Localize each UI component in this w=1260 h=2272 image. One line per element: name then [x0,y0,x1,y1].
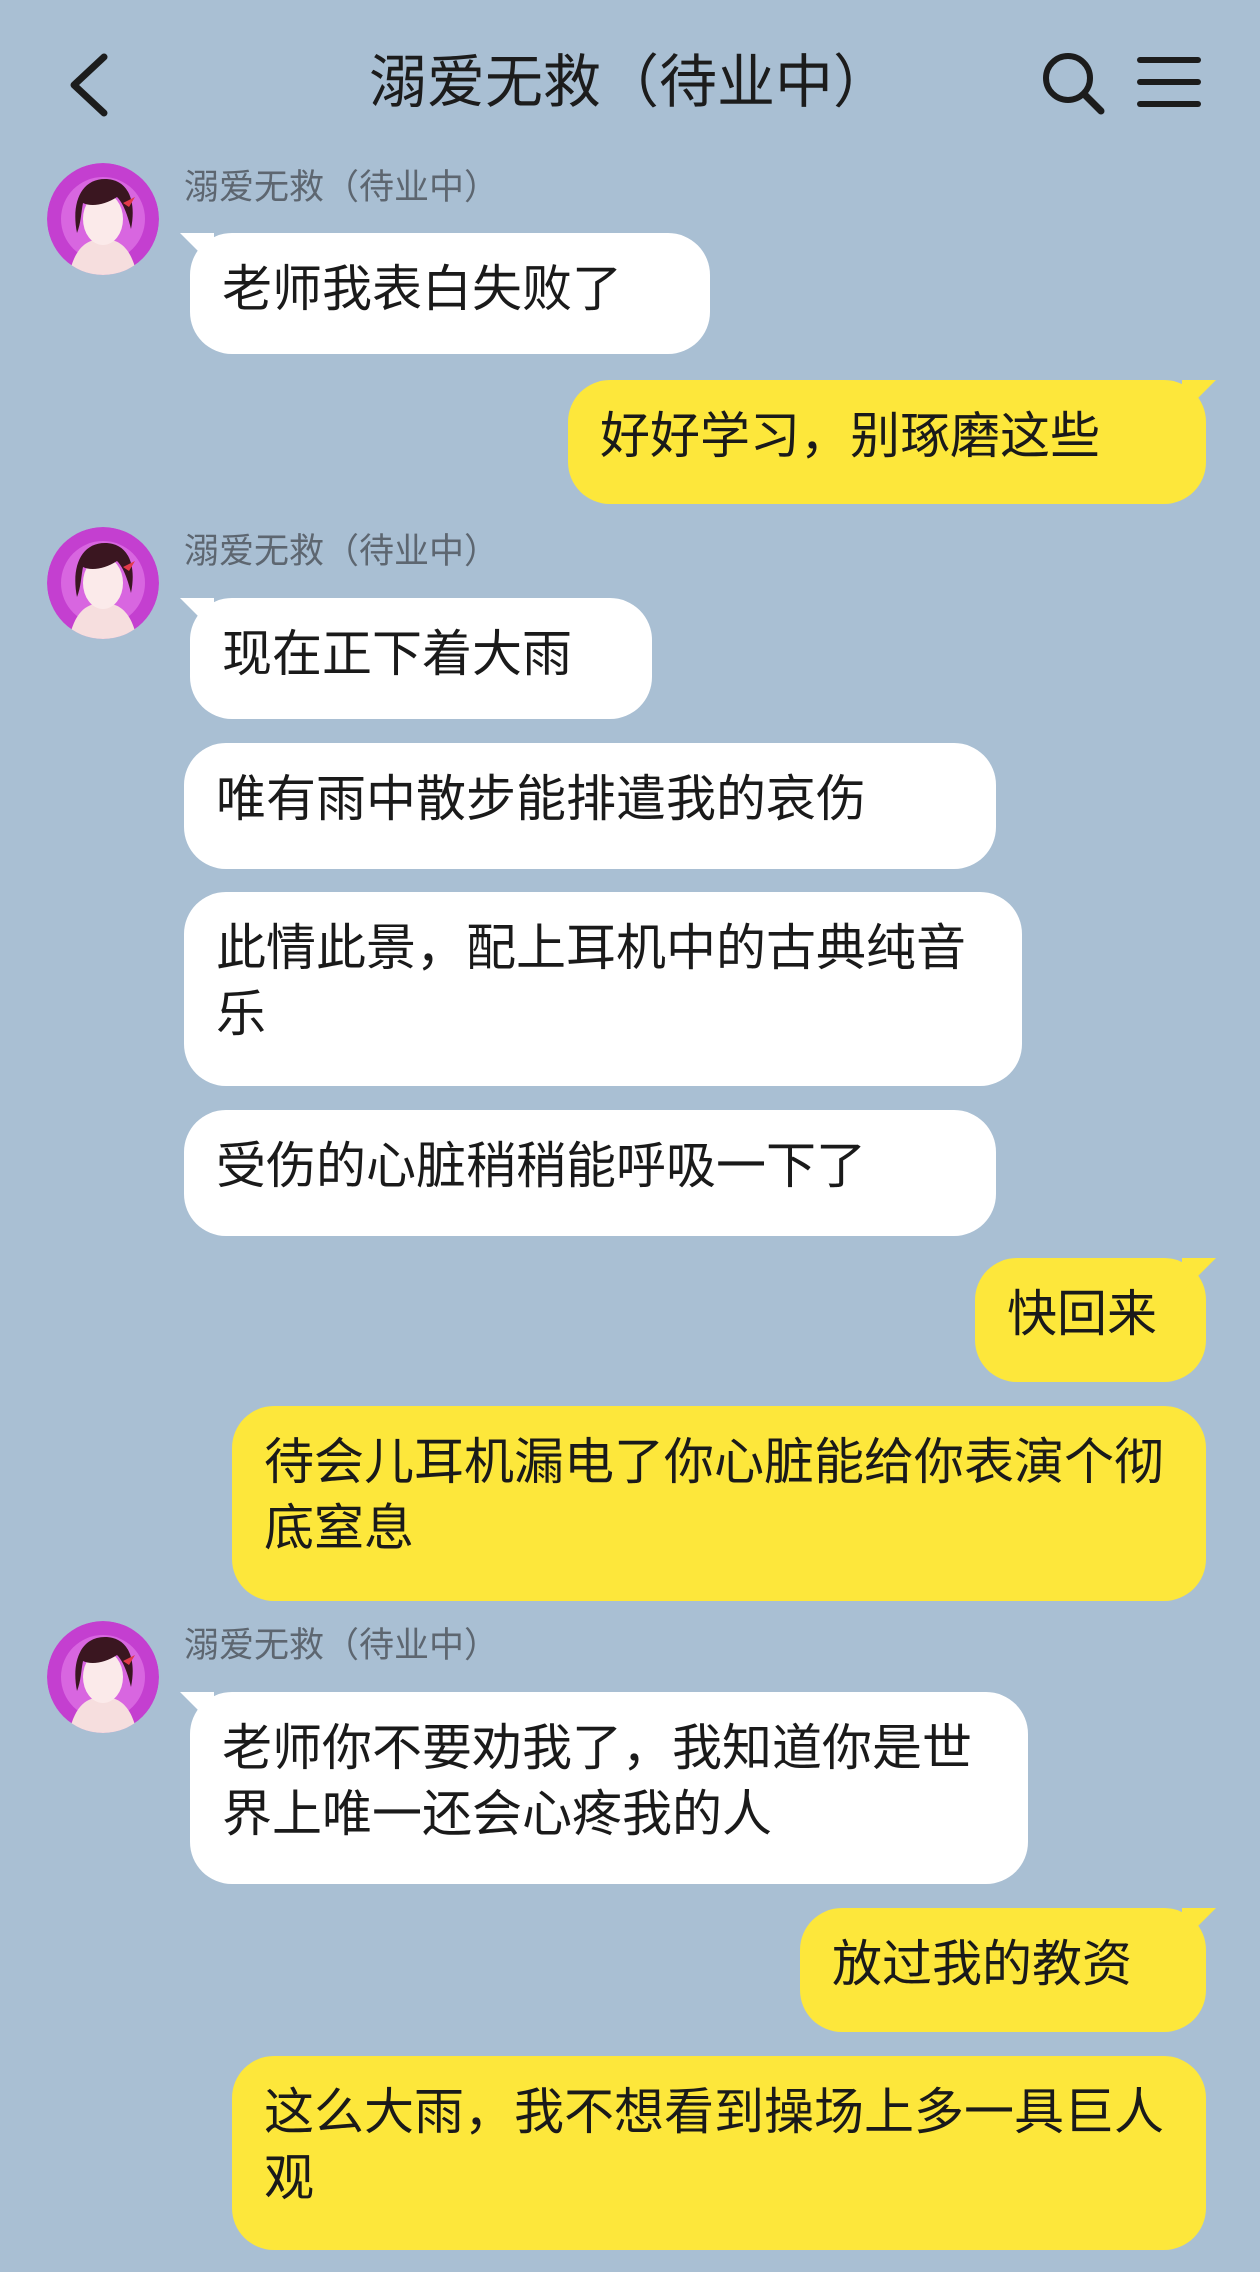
message-bubble-incoming[interactable]: 老师我表白失败了 [190,233,710,354]
chat-screen: 溺爱无救（待业中） 溺爱无救（待业中） 老师我表白失败了 好好学习，别琢磨这些 … [0,0,1260,2272]
message-bubble-incoming[interactable]: 此情此景，配上耳机中的古典纯音乐 [184,892,1022,1086]
avatar-portrait-icon [47,163,159,275]
message-list: 溺爱无救（待业中） 老师我表白失败了 好好学习，别琢磨这些 溺爱无救（待业中） … [0,0,1260,2272]
message-bubble-incoming[interactable]: 受伤的心脏稍稍能呼吸一下了 [184,1110,996,1236]
message-bubble-incoming[interactable]: 现在正下着大雨 [190,598,652,719]
message-bubble-outgoing[interactable]: 这么大雨，我不想看到操场上多一具巨人观 [232,2056,1206,2250]
message-bubble-incoming[interactable]: 唯有雨中散步能排遣我的哀伤 [184,743,996,869]
message-bubble-incoming[interactable]: 老师你不要劝我了，我知道你是世界上唯一还会心疼我的人 [190,1692,1028,1884]
message-bubble-outgoing[interactable]: 好好学习，别琢磨这些 [568,380,1206,504]
contact-avatar[interactable] [47,163,159,275]
sender-name: 溺爱无救（待业中） [184,168,500,208]
message-bubble-outgoing[interactable]: 放过我的教资 [800,1908,1206,2032]
avatar-portrait-icon [47,1621,159,1733]
message-bubble-outgoing[interactable]: 快回来 [975,1258,1206,1382]
contact-avatar[interactable] [47,1621,159,1733]
message-bubble-outgoing[interactable]: 待会儿耳机漏电了你心脏能给你表演个彻底窒息 [232,1406,1206,1601]
sender-name: 溺爱无救（待业中） [184,1626,500,1666]
sender-name: 溺爱无救（待业中） [184,532,500,572]
avatar-portrait-icon [47,527,159,639]
contact-avatar[interactable] [47,527,159,639]
